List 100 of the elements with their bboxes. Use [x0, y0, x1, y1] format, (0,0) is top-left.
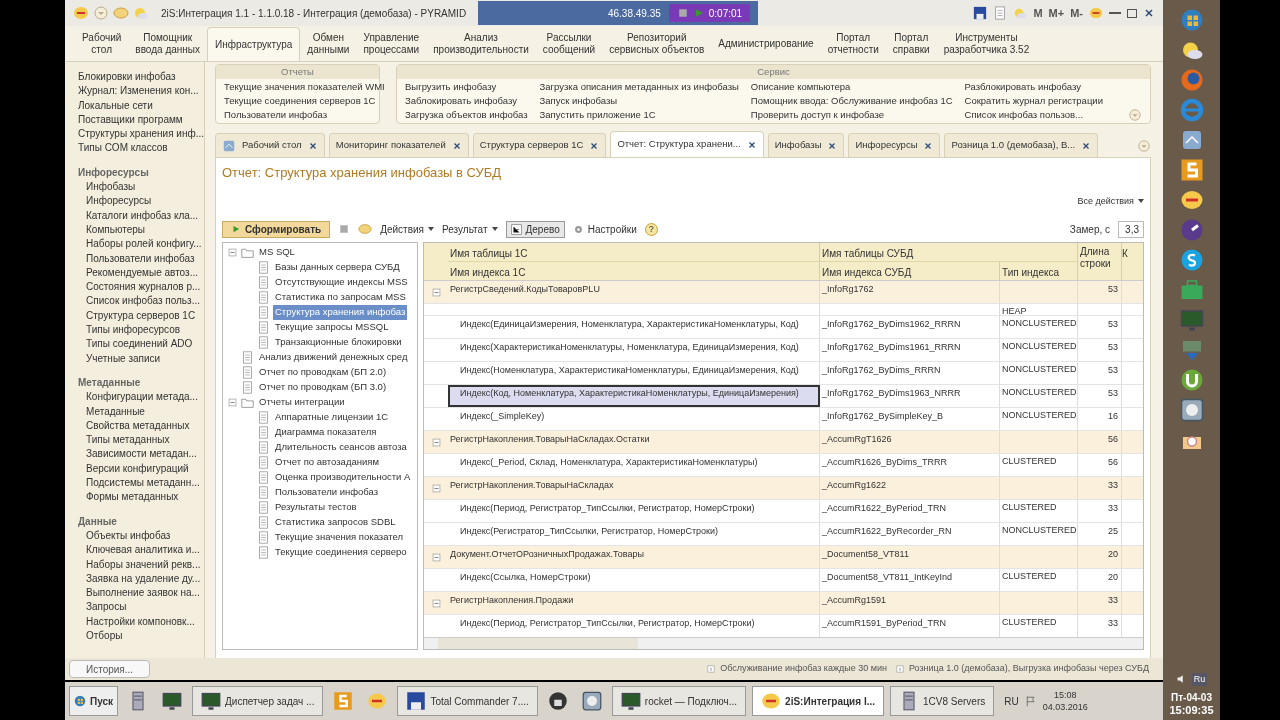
nav-item[interactable]: Свойства метаданных — [78, 418, 204, 434]
tree-item[interactable]: Диаграмма показателя — [273, 425, 379, 440]
memory-button[interactable]: M- — [1070, 4, 1083, 22]
section-tab[interactable]: Портал отчетности — [820, 27, 886, 61]
nav-item[interactable]: Типы COM классов — [78, 141, 204, 156]
section-tab[interactable]: Администрирование — [711, 27, 821, 61]
tree-item[interactable]: Статистика запросов SDBL — [273, 515, 398, 530]
nav-item[interactable]: Объекты инфобаз — [78, 528, 204, 544]
tree-item[interactable]: Результаты тестов — [273, 500, 359, 515]
nav-item[interactable]: Заявка на удаление ду... — [78, 571, 204, 587]
taskbar-button[interactable]: 1CV8 Servers — [890, 686, 995, 716]
taskbar-button[interactable]: Total Commander 7.... — [397, 686, 538, 716]
nav-item[interactable]: Список инфобаз польз... — [78, 294, 204, 309]
command-link[interactable]: Запуск инфобазы — [539, 94, 739, 108]
taskbar-button[interactable]: 2iS:Интеграция I... — [752, 686, 884, 716]
tree-item[interactable]: Отчет по автозаданиям — [273, 455, 381, 470]
command-link[interactable]: Загрузка объектов инфобаз — [405, 108, 528, 122]
nav-item[interactable]: Поставщики программ — [78, 112, 204, 128]
table-cell[interactable]: Индекс(_SimpleKey) — [448, 408, 820, 430]
horizontal-scrollbar[interactable] — [424, 637, 1143, 649]
measure-field[interactable]: 3,3 — [1118, 220, 1144, 238]
tree-item[interactable]: Длительность сеансов автоза — [273, 440, 409, 455]
command-link[interactable]: Помощник ввода: Обслуживание инфобаз 1С — [750, 94, 953, 108]
nav-item[interactable]: Конфигурации метада... — [78, 390, 204, 405]
nav-item[interactable]: Локальные сети — [78, 98, 204, 113]
nav-item[interactable]: Пользователи инфобаз — [78, 251, 204, 266]
section-tab[interactable]: Рассылки сообщений — [535, 27, 603, 61]
tree-item[interactable]: Базы данных сервера СУБД — [273, 260, 402, 275]
nav-item[interactable]: Состояния журналов р... — [78, 280, 204, 295]
maximize-button[interactable] — [1127, 8, 1137, 18]
tree-item[interactable]: Статистика по запросам MSS — [273, 290, 408, 305]
history-button[interactable]: История... — [69, 660, 151, 678]
nav-item[interactable]: Выполнение заявок на... — [78, 586, 204, 601]
nav-item[interactable]: Ключевая аналитика и... — [78, 543, 204, 558]
help-button[interactable]: ? — [644, 222, 658, 236]
tree-item[interactable]: Транзакционные блокировки — [273, 335, 404, 350]
command-link[interactable]: Текущие соединения серверов 1С — [224, 94, 385, 108]
nav-item[interactable]: Инфоресурсы — [78, 194, 204, 209]
collapse-icon[interactable] — [430, 483, 442, 494]
collapse-icon[interactable] — [430, 598, 442, 609]
table-cell[interactable]: Индекс(Код, Номенклатура, ХарактеристикаНоменклатуры, ЕдиницаИзмерения) — [448, 385, 820, 407]
table-cell[interactable]: Индекс(Регистратор_ТипСсылки, Регистратор, НомерСтроки) — [448, 523, 820, 545]
command-link[interactable]: Пользователи инфобаз — [224, 108, 385, 122]
document-tab[interactable]: Отчет: Структура хранени... — [610, 131, 764, 157]
nav-item[interactable]: Версии конфигураций — [78, 461, 204, 476]
command-link[interactable]: Сократить журнал регистрации — [964, 94, 1103, 108]
section-tab[interactable]: Помощник ввода данных — [128, 27, 208, 61]
nav-item[interactable]: Учетные записи — [78, 351, 204, 366]
nav-item[interactable]: Подсистемы метаданн... — [78, 476, 204, 491]
actions-menu[interactable]: Действия — [380, 221, 434, 237]
command-link[interactable]: Проверить доступ к инфобазе — [750, 108, 953, 122]
command-link[interactable]: Выгрузить инфобазу — [405, 80, 528, 94]
collapse-icon[interactable] — [430, 552, 442, 563]
nav-item[interactable]: Каталоги инфобаз кла... — [78, 208, 204, 223]
nav-item[interactable]: Метаданные — [78, 404, 204, 419]
start-button[interactable]: Пуск — [69, 686, 119, 716]
command-link[interactable]: Заблокировать инфобазу — [405, 94, 528, 108]
tree-item[interactable]: Текущие соединения серверо — [273, 545, 409, 560]
tree-toggle[interactable]: Дерево — [505, 220, 565, 238]
nav-item[interactable]: Рекомендуемые автоз... — [78, 265, 204, 281]
nav-item[interactable]: Инфобазы — [78, 180, 204, 195]
table-cell[interactable]: Индекс(Период, Регистратор_ТипСсылки, Регистратор, НомерСтроки) — [448, 500, 820, 522]
tree-item[interactable]: MS SQL — [257, 245, 297, 260]
nav-item[interactable]: Журнал: Изменения кон... — [78, 84, 204, 99]
table-cell[interactable]: Индекс(Ссылка, НомерСтроки) — [448, 569, 820, 591]
table-cell[interactable]: РегистрНакопления.Продажи — [448, 592, 820, 614]
tree-item[interactable]: Пользователи инфобаз — [273, 485, 381, 500]
nav-item[interactable]: Наборы значений рекв... — [78, 557, 204, 572]
nav-item[interactable]: Отборы — [78, 629, 204, 644]
section-tab[interactable]: Инфраструктура — [207, 27, 301, 61]
nav-item[interactable]: Запросы — [78, 600, 204, 615]
table-cell[interactable]: РегистрНакопления.ТоварыНаСкладах — [448, 477, 820, 499]
tree-item[interactable]: Отчет по проводкам (БП 3.0) — [257, 380, 389, 395]
nav-item[interactable]: Блокировки инфобаз — [78, 70, 204, 85]
settings-button[interactable]: Настройки — [572, 221, 637, 237]
command-link[interactable]: Список инфобаз пользов... — [964, 108, 1103, 122]
table-cell[interactable]: Индекс(ЕдиницаИзмерения, Номенклатура, ХарактеристикаНоменклатуры, Код) — [448, 316, 820, 338]
nav-item[interactable]: Настройки компоновк... — [78, 614, 204, 629]
taskbar-button[interactable]: Диспетчер задач ... — [192, 686, 324, 716]
language-indicator[interactable]: RU — [1004, 693, 1019, 709]
table-cell[interactable]: РегистрСведений.КодыТоваровPLU — [448, 281, 820, 303]
tree-item[interactable]: Оценка производительности А — [273, 470, 413, 485]
nav-item[interactable]: Наборы ролей конфигу... — [78, 237, 204, 252]
document-tab[interactable]: Розница 1.0 (демобаза), В... — [944, 133, 1099, 157]
language-indicator[interactable]: Ru — [1191, 672, 1208, 686]
nav-item[interactable]: Зависимости метадан... — [78, 447, 204, 462]
all-actions-button[interactable]: Все действия — [1077, 194, 1144, 208]
collapse-icon[interactable] — [430, 287, 442, 298]
command-link[interactable]: Загрузка описания метаданных из инфобазы — [539, 80, 739, 94]
section-tab[interactable]: Репозиторий сервисных объектов — [602, 27, 712, 61]
document-tab[interactable]: Инфобазы — [767, 133, 845, 157]
tree-item[interactable]: Текущие значения показател — [273, 530, 405, 545]
tree-item[interactable]: Отчет по проводкам (БП 2.0) — [257, 365, 389, 380]
section-tab[interactable]: Управление процессами — [356, 27, 427, 61]
tree-item[interactable]: Анализ движений денежных сред — [257, 350, 410, 365]
section-tab[interactable]: Инструменты разработчика 3.52 — [936, 27, 1037, 61]
memory-button[interactable]: M+ — [1048, 4, 1065, 22]
document-tab[interactable]: Мониторинг показателей — [328, 133, 469, 157]
nav-item[interactable]: Типы соединений ADO — [78, 337, 204, 352]
nav-item[interactable]: Структуры хранения инф... — [78, 127, 204, 142]
